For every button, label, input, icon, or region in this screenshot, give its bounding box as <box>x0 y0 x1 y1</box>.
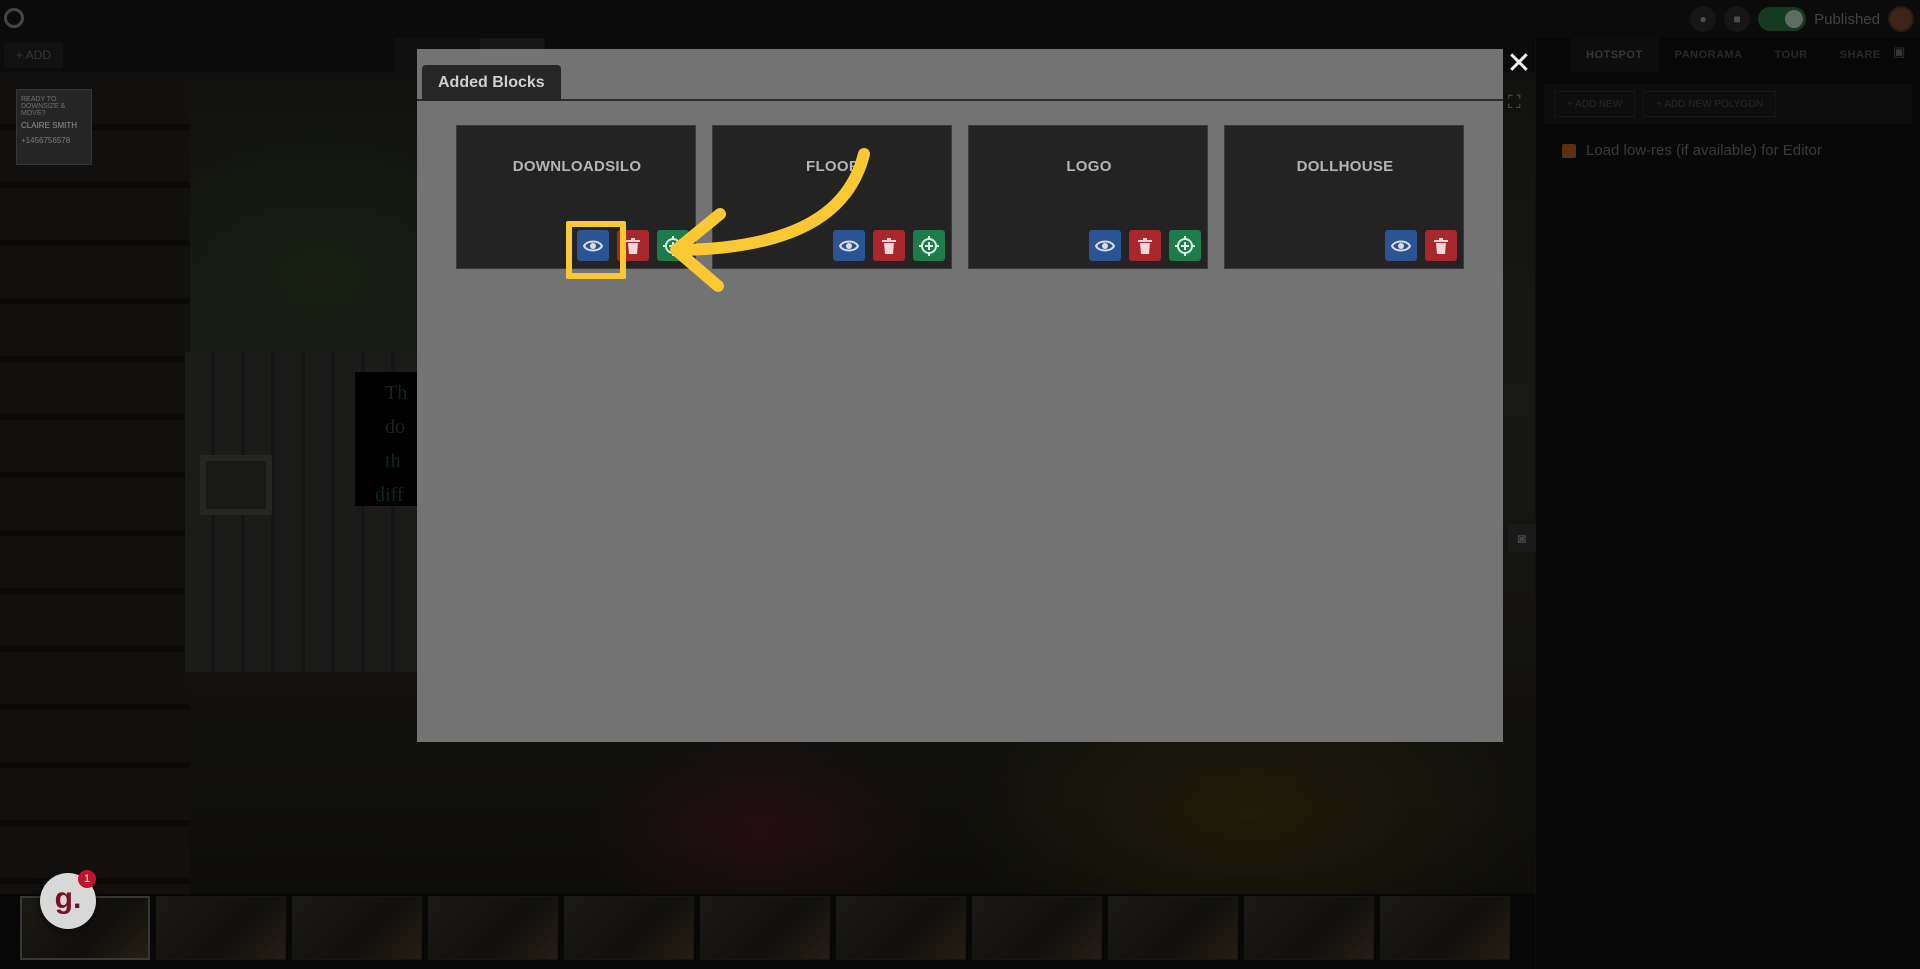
view-block-button[interactable] <box>1089 230 1121 261</box>
trash-icon <box>1434 237 1448 254</box>
crosshair-plus-icon <box>919 235 939 256</box>
trash-icon <box>1138 237 1152 254</box>
crosshair-plus-icon <box>1175 235 1195 256</box>
editor-app: ● ■ Published + ADD Th do th diff READY … <box>0 0 1920 969</box>
eye-icon <box>1095 240 1115 251</box>
tutorial-arrow <box>670 148 870 292</box>
block-card: DOLLHOUSE <box>1224 125 1464 269</box>
block-title: DOLLHOUSE <box>1296 158 1394 175</box>
fullscreen-icon[interactable]: ⛶ <box>1508 92 1530 114</box>
view-block-button[interactable] <box>1385 230 1417 261</box>
notification-badge: 1 <box>78 870 96 888</box>
modal-header: Added Blocks <box>417 49 1503 101</box>
eye-icon <box>1391 240 1411 251</box>
locate-block-button[interactable] <box>913 230 945 261</box>
block-title: LOGO <box>1066 158 1112 175</box>
close-icon[interactable]: ✕ <box>1505 49 1533 79</box>
added-blocks-modal: Added Blocks DOWNLOADSILO FLOOR LOGO DOL… <box>417 49 1503 742</box>
trash-icon <box>626 237 640 254</box>
tutorial-highlight <box>566 221 626 279</box>
delete-block-button[interactable] <box>1425 230 1457 261</box>
block-card: LOGO <box>968 125 1208 269</box>
block-actions <box>1385 230 1457 261</box>
block-actions <box>1089 230 1201 261</box>
delete-block-button[interactable] <box>1129 230 1161 261</box>
locate-block-button[interactable] <box>1169 230 1201 261</box>
tab-added-blocks[interactable]: Added Blocks <box>422 65 561 101</box>
trash-icon <box>882 237 896 254</box>
screenshot-icon[interactable]: ◙ <box>1508 524 1536 552</box>
